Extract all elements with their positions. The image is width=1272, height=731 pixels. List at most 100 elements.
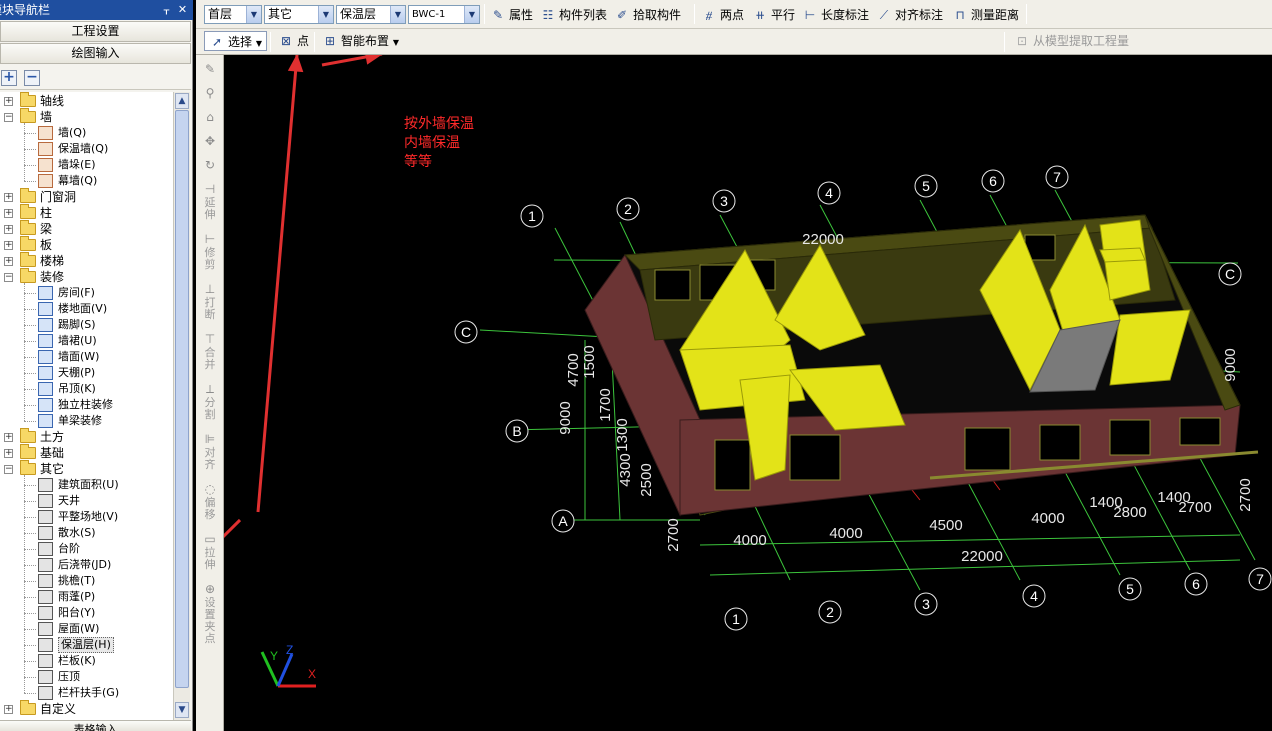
edit-tool-button[interactable]: ⊕ 设 置 夹 点 [199,583,221,645]
expand-icon[interactable]: + [4,97,13,106]
tree-item[interactable]: 踢脚(S) [0,317,173,333]
drawing-canvas[interactable]: 1 2 3 4 5 6 7 1 2 3 4 5 6 7 A B C C 22000 4000 4000 4500 4000 2… [224,55,1272,731]
tree-item[interactable]: 楼地面(V) [0,301,173,317]
edit-tool-button[interactable]: ⚲ [199,87,221,101]
tree-item[interactable]: 墙裙(U) [0,333,173,349]
point-button[interactable]: ⊠ 点 [278,31,309,51]
collapse-icon[interactable]: − [4,273,13,282]
edit-tool-button[interactable]: ✥ [199,135,221,149]
tree-item[interactable]: 栏板(K) [0,653,173,669]
expand-icon[interactable]: + [4,449,13,458]
chevron-down-icon[interactable]: ▼ [464,6,479,23]
scroll-up-icon[interactable]: ▲ [175,93,189,109]
expand-icon[interactable]: + [4,705,13,714]
collapse-icon[interactable]: − [4,113,13,122]
table-input-button[interactable]: 表格输入 [0,720,191,731]
tree-connector [24,389,36,390]
tree-item[interactable]: 雨蓬(P) [0,589,173,605]
pin-icon[interactable]: ᚁ [160,3,173,16]
align-dimension-button[interactable]: ⟋ 对齐标注 [876,5,943,25]
tree-item[interactable]: 散水(S) [0,525,173,541]
component-list-button[interactable]: ☷ 构件列表 [540,5,607,25]
collapse-icon[interactable]: − [4,465,13,474]
measure-distance-button[interactable]: ⊓ 测量距离 [952,5,1019,25]
tree-folder[interactable]: − 其它 [0,460,173,477]
tree-item[interactable]: 天井 [0,493,173,509]
edit-tool-button[interactable]: ⊣ 延 伸 [199,183,221,221]
tree-item[interactable]: 栏杆扶手(G) [0,685,173,701]
tree-item[interactable]: 房间(F) [0,285,173,301]
tree-folder[interactable]: − 装修 [0,268,173,285]
edit-tool-button[interactable]: ▭ 拉 伸 [199,533,221,571]
chevron-down-icon[interactable]: ▼ [393,38,399,47]
chevron-down-icon[interactable]: ▼ [390,6,405,23]
tree-folder[interactable]: + 梁 [0,220,173,237]
tree-item[interactable]: 墙面(W) [0,349,173,365]
two-point-button[interactable]: ⧣ 两点 [701,5,744,25]
tree-folder[interactable]: + 轴线 [0,92,173,109]
tree-item[interactable]: 保温墙(Q) [0,141,173,157]
tree-folder[interactable]: + 自定义 [0,700,173,717]
expand-icon[interactable]: + [4,225,13,234]
edit-tool-button[interactable]: ⊥ 打 断 [199,283,221,321]
tree-item[interactable]: 幕墙(Q) [0,173,173,189]
expand-icon[interactable]: + [4,257,13,266]
expand-icon[interactable]: + [4,433,13,442]
chevron-down-icon[interactable]: ▼ [246,6,261,23]
tree-folder[interactable]: + 楼梯 [0,252,173,269]
expand-icon[interactable]: + [4,241,13,250]
tree-item[interactable]: 墙(Q) [0,125,173,141]
tree-folder[interactable]: − 墙 [0,108,173,125]
extract-quantity-button[interactable]: ⊡ 从模型提取工程量 [1014,31,1129,51]
chevron-down-icon[interactable]: ▼ [256,39,262,48]
tree-item[interactable]: 挑檐(T) [0,573,173,589]
tree-item[interactable]: 阳台(Y) [0,605,173,621]
tree-scrollbar[interactable]: ▲ ▼ [173,92,190,720]
scroll-thumb[interactable] [175,110,189,688]
tree-folder[interactable]: + 基础 [0,444,173,461]
scroll-down-icon[interactable]: ▼ [175,702,189,718]
remove-icon[interactable]: − [24,70,40,86]
edit-tool-button[interactable]: ⊤ 合 并 [199,333,221,371]
tree-item[interactable]: 独立柱装修 [0,397,173,413]
edit-tool-button[interactable]: ⌂ [199,111,221,125]
edit-tool-button[interactable]: ↻ [199,159,221,173]
tree-item[interactable]: 压顶 [0,669,173,685]
edit-tool-button[interactable]: ◌ 偏 移 [199,483,221,521]
expand-icon[interactable]: + [4,193,13,202]
category-select[interactable]: 其它 ▼ [264,5,334,24]
tree-folder[interactable]: + 柱 [0,204,173,221]
tree-item[interactable]: 后浇带(JD) [0,557,173,573]
type-select[interactable]: 保温层 ▼ [336,5,406,24]
tree-folder[interactable]: + 土方 [0,428,173,445]
drawing-input-button[interactable]: 绘图输入 [0,43,191,64]
expand-icon[interactable]: + [4,209,13,218]
smart-layout-button[interactable]: ⊞ 智能布置 ▼ [322,31,399,51]
properties-button[interactable]: ✎ 属性 [490,5,533,25]
tree-item[interactable]: 单梁装修 [0,413,173,429]
close-icon[interactable]: ✕ [176,3,189,16]
chevron-down-icon[interactable]: ▼ [318,6,333,23]
select-button[interactable]: ➚ 选择 ▼ [204,31,267,51]
add-icon[interactable]: + [1,70,17,86]
floor-select[interactable]: 首层 ▼ [204,5,262,24]
tree-item[interactable]: 建筑面积(U) [0,477,173,493]
component-select[interactable]: BWC-1 ▼ [408,5,480,24]
edit-tool-button[interactable]: ⊢ 修 剪 [199,233,221,271]
edit-tool-button[interactable]: ⊫ 对 齐 [199,433,221,471]
tree-item[interactable]: 台阶 [0,541,173,557]
tree-item[interactable]: 屋面(W) [0,621,173,637]
tree-item[interactable]: 保温层(H) [0,637,173,653]
pick-component-button[interactable]: ✐ 拾取构件 [614,5,681,25]
tree-folder[interactable]: + 门窗洞 [0,188,173,205]
project-settings-button[interactable]: 工程设置 [0,21,191,42]
parallel-button[interactable]: ⧺ 平行 [752,5,795,25]
edit-tool-button[interactable]: ✎ [199,63,221,77]
tree-item[interactable]: 吊顶(K) [0,381,173,397]
tree-item[interactable]: 平整场地(V) [0,509,173,525]
edit-tool-button[interactable]: ⟂ 分 割 [199,383,221,421]
length-dimension-button[interactable]: ⊢ 长度标注 [802,5,869,25]
tree-folder[interactable]: + 板 [0,236,173,253]
tree-item[interactable]: 天棚(P) [0,365,173,381]
tree-item[interactable]: 墙垛(E) [0,157,173,173]
